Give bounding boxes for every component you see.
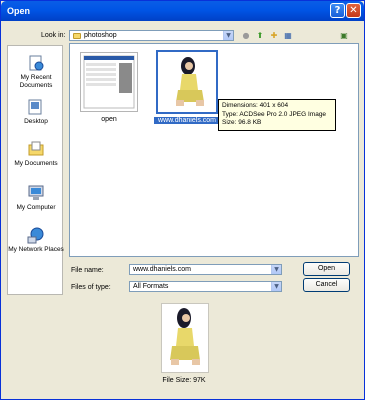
- window-title: Open: [7, 6, 31, 16]
- image-preview: [161, 303, 209, 373]
- cancel-button[interactable]: Cancel: [303, 278, 350, 292]
- place-label: My Network Places: [8, 246, 64, 253]
- files-of-type-value: All Formats: [133, 283, 169, 290]
- file-info-tooltip: Dimensions: 401 x 604 Type: ACDSee Pro 2…: [218, 99, 336, 131]
- look-in-dropdown[interactable]: photoshop ▼: [69, 30, 234, 41]
- look-in-label: Look in:: [41, 32, 66, 39]
- place-network-places[interactable]: My Network Places: [8, 226, 64, 254]
- tooltip-type: Type: ACDSee Pro 2.0 JPEG Image: [222, 110, 327, 118]
- place-desktop[interactable]: Desktop: [8, 98, 64, 126]
- place-my-documents[interactable]: My Documents: [8, 140, 64, 168]
- look-in-value: photoshop: [84, 32, 117, 39]
- file-list[interactable]: open www.dhaniels.com Dimensions: 401 x …: [69, 43, 359, 257]
- tooltip-dimensions: Dimensions: 401 x 604: [222, 102, 289, 109]
- network-places-icon: [27, 226, 45, 244]
- open-button[interactable]: Open: [303, 262, 350, 276]
- file-thumbnail-selected[interactable]: [156, 50, 218, 114]
- files-of-type-label: Files of type:: [71, 284, 111, 291]
- place-label: My Recent Documents: [19, 74, 53, 89]
- screenshot-thumbnail-image: [83, 55, 135, 109]
- chevron-down-icon: ▼: [223, 31, 233, 40]
- title-bar[interactable]: Open ? ✕: [1, 1, 364, 21]
- preview-file-size: File Size: 97K: [162, 377, 206, 384]
- folder-icon: [73, 33, 81, 39]
- preview-photo-image: [162, 304, 208, 372]
- photo-thumbnail-image: [158, 52, 216, 112]
- file-name-open[interactable]: open: [80, 116, 138, 123]
- place-my-computer[interactable]: My Computer: [8, 184, 64, 212]
- files-of-type-dropdown[interactable]: All Formats ▼: [129, 281, 282, 292]
- file-thumbnail-open[interactable]: [80, 52, 138, 112]
- file-name-selected[interactable]: www.dhaniels.com: [154, 117, 220, 124]
- extra-folder-icon[interactable]: ▣: [339, 31, 349, 41]
- back-icon[interactable]: ●: [241, 31, 251, 41]
- place-label: Desktop: [24, 118, 48, 125]
- recent-documents-icon: [27, 54, 45, 72]
- chevron-down-icon[interactable]: ▼: [271, 265, 281, 274]
- desktop-icon: [27, 98, 45, 116]
- new-folder-icon[interactable]: ✚: [269, 31, 279, 41]
- place-label: My Computer: [16, 204, 56, 211]
- open-dialog: Open ? ✕ Look in: photoshop ▼ ● ⬆ ✚ ▦ ▣ …: [0, 0, 365, 400]
- tooltip-size: Size: 96.8 KB: [222, 119, 262, 126]
- file-name-value: www.dhaniels.com: [133, 266, 191, 273]
- help-button[interactable]: ?: [330, 3, 345, 18]
- close-button[interactable]: ✕: [346, 3, 361, 18]
- place-recent-documents[interactable]: My Recent Documents: [8, 54, 64, 90]
- places-bar: My Recent Documents Desktop My Documents…: [7, 45, 64, 295]
- file-name-label: File name:: [71, 267, 104, 274]
- my-documents-icon: [27, 140, 45, 158]
- view-menu-icon[interactable]: ▦: [283, 31, 293, 41]
- up-folder-icon[interactable]: ⬆: [255, 31, 265, 41]
- file-name-field[interactable]: www.dhaniels.com ▼: [129, 264, 282, 275]
- my-computer-icon: [27, 184, 45, 202]
- place-label: My Documents: [14, 160, 58, 167]
- chevron-down-icon: ▼: [271, 282, 281, 291]
